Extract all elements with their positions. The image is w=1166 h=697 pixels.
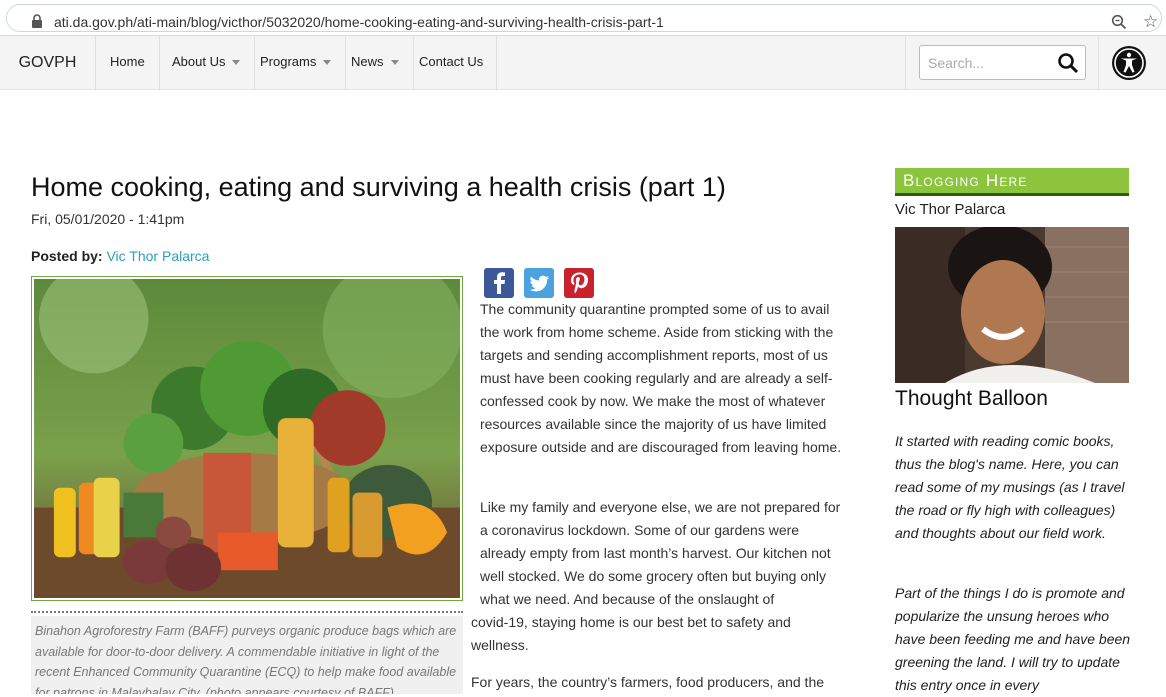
pinterest-icon	[571, 272, 588, 294]
nav-programs-label: Programs	[260, 54, 317, 69]
blogger-name: Vic Thor Palarca	[895, 201, 1006, 218]
nav-home[interactable]: Home	[96, 36, 160, 90]
search-icon[interactable]	[1057, 52, 1079, 74]
chevron-down-icon	[390, 60, 399, 66]
nav-contact-us-label: Contact Us	[419, 54, 484, 69]
site-navbar: GOVPH Home About Us Programs News Contac…	[0, 36, 1166, 90]
search-placeholder: Search...	[928, 55, 985, 71]
url-field[interactable]: ati.da.gov.ph/ati-main/blog/victhor/5032…	[6, 4, 1162, 32]
produce-basket-image	[34, 279, 460, 598]
brand-link[interactable]: GOVPH	[0, 36, 96, 90]
search-input[interactable]: Search...	[919, 45, 1086, 80]
sidebar-intro: It started with reading comic books, thu…	[895, 433, 1125, 541]
article-title: Home cooking, eating and surviving a hea…	[31, 172, 726, 202]
article-paragraph: The community quarantine prompted some o…	[480, 301, 842, 455]
nav-about-us-label: About Us	[172, 54, 226, 69]
sidebar-intro: Part of the things I do is promote and p…	[895, 585, 1131, 693]
posted-by: Posted by: Vic Thor Palarca	[31, 248, 209, 264]
article-paragraph-continued: covid-19, staying home is our best bet t…	[471, 614, 791, 653]
accessibility-icon[interactable]	[1111, 45, 1147, 81]
posted-by-label: Posted by:	[31, 248, 103, 264]
article-photo	[31, 276, 463, 601]
sidebar-heading: Blogging Here	[895, 168, 1129, 196]
blogger-avatar	[895, 227, 1129, 383]
chevron-down-icon	[323, 60, 332, 66]
nav-about-us[interactable]: About Us	[158, 36, 256, 90]
nav-contact-us[interactable]: Contact Us	[405, 36, 497, 90]
bookmark-star-icon[interactable]: ☆	[1143, 13, 1158, 31]
facebook-icon	[494, 272, 505, 294]
lock-icon[interactable]	[31, 14, 43, 28]
photo-caption: Binahon Agroforestry Farm (BAFF) purveys…	[31, 616, 463, 694]
article-paragraph: Like my family and everyone else, we are…	[480, 499, 841, 607]
author-link[interactable]: Vic Thor Palarca	[106, 248, 209, 264]
nav-programs[interactable]: Programs	[246, 36, 347, 90]
zoom-icon[interactable]	[1111, 14, 1127, 30]
browser-address-bar: ati.da.gov.ph/ati-main/blog/victhor/5032…	[0, 0, 1166, 36]
facebook-share-button[interactable]	[484, 268, 514, 298]
caption-divider	[31, 611, 463, 613]
twitter-share-button[interactable]	[524, 268, 554, 298]
chevron-down-icon	[232, 60, 241, 66]
article-paragraph: For years, the country’s farmers, food p…	[471, 674, 825, 690]
nav-news[interactable]: News	[337, 36, 414, 90]
search-area: Search...	[905, 36, 1099, 90]
nav-home-label: Home	[110, 54, 145, 69]
url-text[interactable]: ati.da.gov.ph/ati-main/blog/victhor/5032…	[54, 14, 664, 30]
nav-news-label: News	[351, 54, 384, 69]
article-date: Fri, 05/01/2020 - 1:41pm	[31, 211, 185, 227]
blog-title: Thought Balloon	[895, 387, 1048, 410]
twitter-icon	[529, 275, 550, 292]
pinterest-share-button[interactable]	[564, 268, 594, 298]
